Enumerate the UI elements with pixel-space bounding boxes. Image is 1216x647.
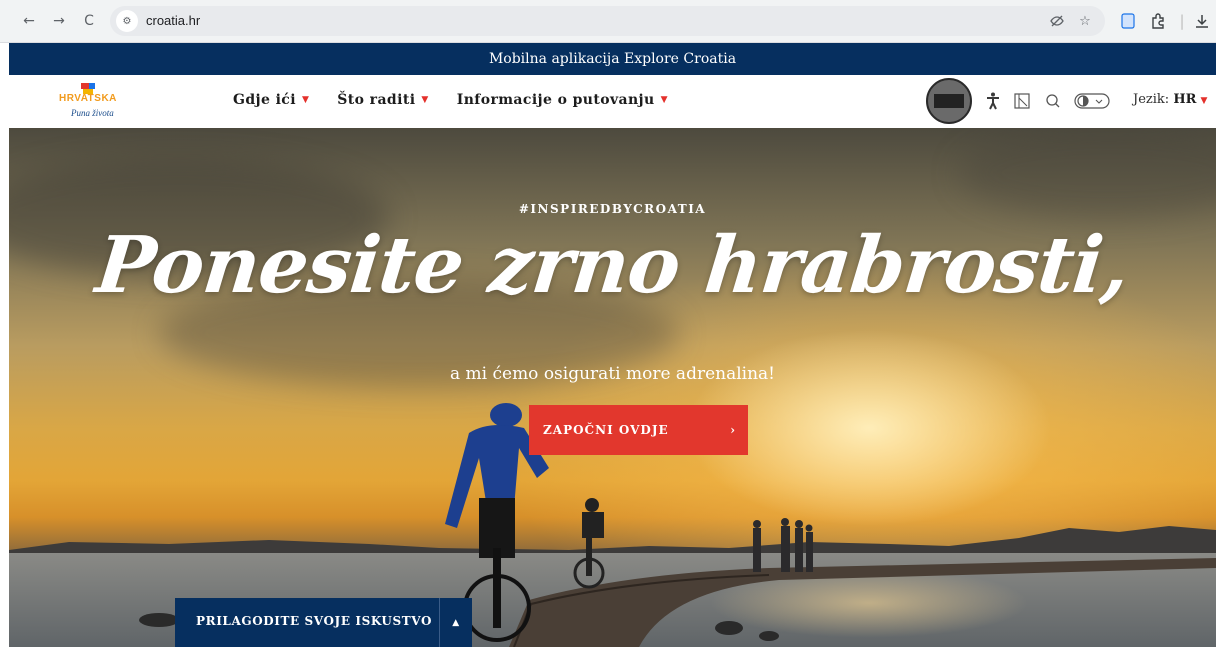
divider: | (1179, 12, 1185, 30)
reading-icon[interactable] (1118, 11, 1138, 31)
accessibility-icon[interactable] (982, 90, 1004, 112)
walkers (753, 518, 813, 572)
award-seal-plate (934, 94, 964, 108)
site-info-icon[interactable]: ⚙ (116, 10, 138, 32)
star-icon[interactable]: ☆ (1076, 12, 1094, 30)
hero-hashtag: #INSPIREDBYCROATIA (518, 202, 707, 216)
search-icon[interactable] (1042, 90, 1064, 112)
caret-down-icon: ▼ (421, 95, 429, 105)
language-selector[interactable]: Jezik: HR ▼ (1133, 92, 1207, 107)
language-value: HR (1173, 92, 1197, 107)
forward-icon[interactable]: → (48, 10, 70, 32)
cyclist-back (573, 498, 605, 589)
start-here-button[interactable]: ZAPOČNI OVDJE › (529, 405, 748, 455)
back-icon[interactable]: ← (18, 10, 40, 32)
customize-label: PRILAGODITE SVOJE ISKUSTVO (196, 614, 433, 628)
language-label: Jezik: (1133, 92, 1170, 107)
download-icon[interactable] (1192, 11, 1212, 31)
hero-headline: Ponesite zrno hrabrosti, (92, 220, 1133, 311)
address-bar[interactable]: ⚙ croatia.hr ☆ (110, 6, 1105, 36)
logo-tagline: Puna života (71, 108, 114, 118)
nav-label: Što raditi (337, 92, 416, 108)
logo-text: HRVATSKA (59, 83, 129, 106)
extensions-icon[interactable] (1148, 11, 1168, 31)
brochure-icon[interactable] (1011, 90, 1033, 112)
main-nav: Gdje ići ▼ Što raditi ▼ Informacije o pu… (233, 92, 668, 108)
hero-section: #INSPIREDBYCROATIA Ponesite zrno hrabros… (9, 128, 1216, 647)
app-banner[interactable]: Mobilna aplikacija Explore Croatia (9, 43, 1216, 75)
nav-label: Informacije o putovanju (456, 92, 655, 108)
caret-down-icon: ▼ (301, 95, 310, 105)
logo-wordmark: HRVATSKA (59, 93, 117, 103)
customize-experience-button[interactable]: PRILAGODITE SVOJE ISKUSTVO ▲ (175, 598, 472, 647)
caret-down-icon: ▼ (1200, 96, 1208, 106)
nav-label: Gdje ići (233, 92, 296, 108)
browser-toolbar: ← → C ⚙ croatia.hr ☆ | (0, 0, 1216, 43)
cta-label: ZAPOČNI OVDJE (543, 423, 669, 437)
hero-subline: a mi ćemo osigurati more adrenalina! (449, 364, 776, 384)
site-header: HRVATSKA Puna života Gdje ići ▼ Što radi… (9, 75, 1216, 128)
chevron-up-icon[interactable]: ▲ (439, 598, 472, 647)
award-seal[interactable] (926, 78, 972, 124)
nav-sto-raditi[interactable]: Što raditi ▼ (337, 92, 428, 108)
chevron-right-icon: › (730, 423, 736, 437)
contrast-toggle-icon[interactable] (1072, 90, 1112, 112)
nav-informacije[interactable]: Informacije o putovanju ▼ (457, 92, 668, 108)
nav-gdje-ici[interactable]: Gdje ići ▼ (233, 92, 309, 108)
url-text[interactable]: croatia.hr (146, 13, 200, 28)
caret-down-icon: ▼ (660, 95, 668, 105)
reload-icon[interactable]: C (78, 10, 100, 32)
croatia-logo[interactable]: HRVATSKA Puna života (59, 83, 129, 121)
eye-off-icon[interactable] (1048, 12, 1066, 30)
